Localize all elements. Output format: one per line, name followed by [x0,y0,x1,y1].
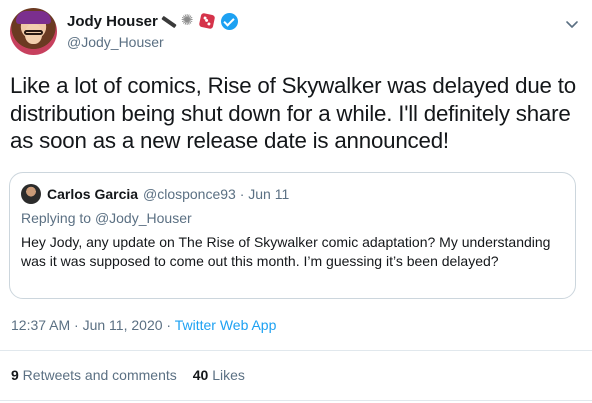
author-handle[interactable]: @Jody_Houser [67,34,164,50]
more-options-chevron-icon[interactable] [562,14,582,34]
likes-stat[interactable]: 40 Likes [193,367,245,383]
quoted-tweet[interactable]: Carlos Garcia @closponce93 · Jun 11 Repl… [9,172,576,299]
pen-emoji-icon [160,13,176,29]
tweet-stats: 9 Retweets and comments 40 Likes [11,367,245,383]
divider-bottom [0,400,592,401]
tweet: Jody Houser ✺ @Jody_Houser Like a lot of… [0,0,592,403]
die-emoji-icon [198,12,216,30]
avatar-hat [16,11,51,24]
likes-count: 40 [192,367,209,383]
divider [0,350,592,351]
author-avatar[interactable] [10,8,57,55]
verified-badge-icon [221,12,238,30]
name-emojis: ✺ [160,11,238,31]
quoted-author-avatar [21,184,41,204]
burst-emoji-icon: ✺ [180,12,194,29]
quoted-replying-to: Replying to @Jody_Houser [21,210,192,226]
retweets-count: 9 [11,367,19,383]
author-display-name[interactable]: Jody Houser [67,13,158,30]
quoted-author-name: Carlos Garcia [47,186,139,202]
quoted-author-handle-date: @closponce93 · Jun 11 [143,186,290,202]
retweets-stat[interactable]: 9 Retweets and comments [11,367,177,383]
avatar-glasses [24,30,43,35]
retweets-label: Retweets and comments [18,367,177,383]
tweet-source[interactable]: Twitter Web App [175,317,277,333]
quoted-tweet-text: Hey Jody, any update on The Rise of Skyw… [21,234,551,269]
replying-to-label: Replying to [21,210,95,226]
tweet-text: Like a lot of comics, Rise of Skywalker … [10,73,576,153]
tweet-meta: 12:37 AM · Jun 11, 2020 · Twitter Web Ap… [11,317,276,333]
tweet-timestamp[interactable]: 12:37 AM · Jun 11, 2020 · [11,317,175,333]
likes-label: Likes [208,367,245,383]
replying-to-handle: @Jody_Houser [94,210,192,226]
